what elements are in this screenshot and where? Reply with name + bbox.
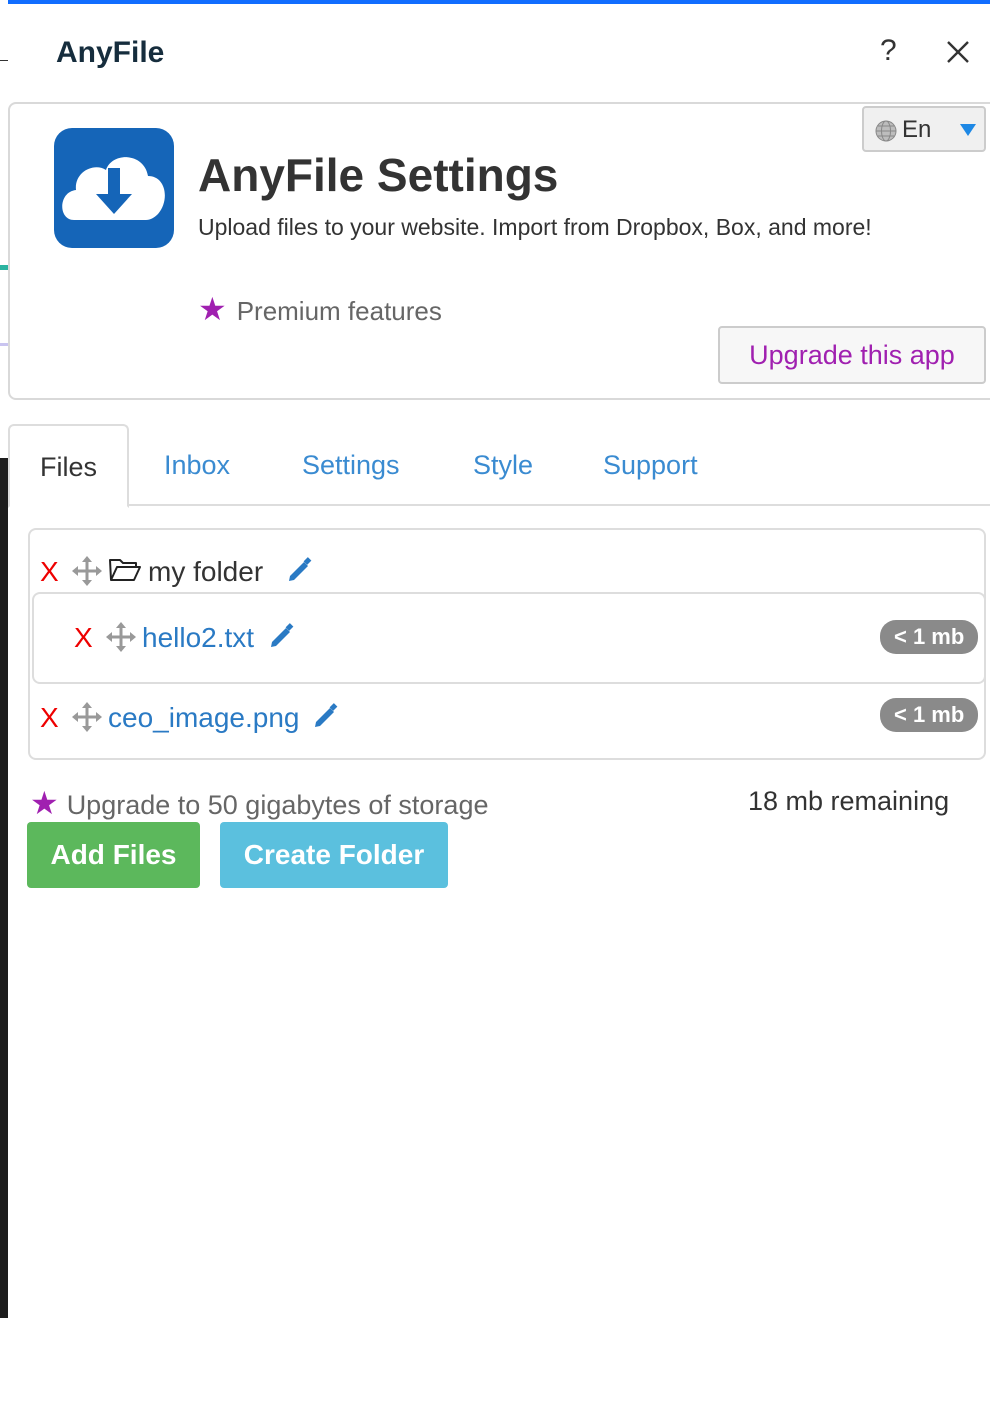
background-page-strip [0,0,8,1424]
globe-icon [875,120,897,142]
file-list: X my folder X hello2.txt < 1 mb X ceo_im… [28,528,986,760]
star-icon: ★ [198,291,227,327]
app-settings-title: AnyFile Settings [198,149,559,201]
move-icon[interactable] [106,622,136,652]
delete-folder-button[interactable]: X [40,556,59,588]
add-files-button[interactable]: Add Files [27,822,200,888]
window-header: AnyFile ? [8,4,990,100]
cloud-download-icon [62,157,165,220]
pencil-icon[interactable] [268,622,294,650]
background-dark-region [0,458,8,1318]
folder-name[interactable]: my folder [148,556,263,588]
tab-settings[interactable]: Settings [302,424,400,506]
file-name-link[interactable]: hello2.txt [142,622,254,654]
premium-features-label: ★ Premium features [198,290,442,328]
window-title: AnyFile [56,36,165,69]
background-accent [0,343,8,346]
language-select[interactable]: En [862,106,986,152]
premium-features-text: Premium features [236,296,442,326]
chevron-down-icon [960,124,976,136]
app-info-card: AnyFile Settings Upload files to your we… [8,102,990,400]
file-row: X ceo_image.png [40,696,970,740]
move-icon[interactable] [72,556,102,586]
app-description: Upload files to your website. Import fro… [198,214,872,240]
folder-row: X my folder [40,550,970,594]
pencil-icon[interactable] [312,702,338,730]
tab-bar: Files Inbox Settings Style Support [8,424,990,508]
file-size-badge: < 1 mb [880,620,979,654]
folder-open-icon [109,559,141,581]
move-icon[interactable] [72,702,102,732]
file-row: X hello2.txt [74,616,984,660]
language-value: En [902,116,932,143]
app-logo [54,128,174,248]
file-name-link[interactable]: ceo_image.png [108,702,299,734]
tab-files[interactable]: Files [8,424,129,508]
upgrade-storage-link[interactable]: ★ Upgrade to 50 gigabytes of storage [30,784,488,822]
pencil-icon[interactable] [286,556,312,584]
upgrade-storage-text: Upgrade to 50 gigabytes of storage [66,790,489,820]
help-button[interactable]: ? [880,34,897,68]
storage-remaining: 18 mb remaining [748,786,950,816]
delete-file-button[interactable]: X [74,622,93,654]
upgrade-app-button[interactable]: Upgrade this app [718,326,986,384]
tab-support[interactable]: Support [603,424,698,506]
file-size-badge: < 1 mb [880,698,979,732]
background-divider [0,60,8,61]
background-accent [0,265,8,270]
create-folder-button[interactable]: Create Folder [220,822,448,888]
tab-style[interactable]: Style [473,424,533,506]
close-icon[interactable] [944,38,972,66]
folder-contents: X hello2.txt < 1 mb [32,592,986,684]
tab-inbox[interactable]: Inbox [164,424,230,506]
star-icon: ★ [30,785,59,821]
delete-file-button[interactable]: X [40,702,59,734]
